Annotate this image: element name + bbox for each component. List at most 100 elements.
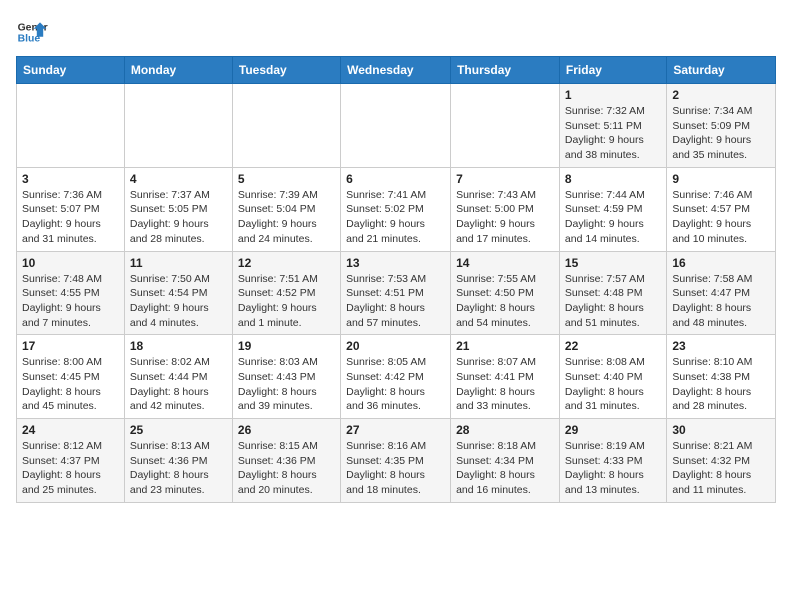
day-cell: 17 Sunrise: 8:00 AM Sunset: 4:45 PM Dayli…: [17, 335, 125, 419]
weekday-header-wednesday: Wednesday: [341, 57, 451, 84]
day-cell: [17, 84, 125, 168]
day-info: Sunrise: 7:43 AM Sunset: 5:00 PM Dayligh…: [456, 188, 554, 247]
day-cell: 6 Sunrise: 7:41 AM Sunset: 5:02 PM Daylig…: [341, 167, 451, 251]
day-cell: 18Sunrise: 8:02 AM Sunset: 4:44 PM Dayli…: [124, 335, 232, 419]
day-number: 2: [672, 88, 770, 102]
day-info: Sunrise: 7:39 AM Sunset: 5:04 PM Dayligh…: [238, 188, 335, 247]
week-row-2: 3 Sunrise: 7:36 AM Sunset: 5:07 PM Daylig…: [17, 167, 776, 251]
day-info: Sunrise: 7:46 AM Sunset: 4:57 PM Dayligh…: [672, 188, 770, 247]
day-cell: 13 Sunrise: 7:53 AM Sunset: 4:51 PM Dayli…: [341, 251, 451, 335]
week-row-1: 1 Sunrise: 7:32 AM Sunset: 5:11 PM Daylig…: [17, 84, 776, 168]
day-cell: 24Sunrise: 8:12 AM Sunset: 4:37 PM Dayli…: [17, 419, 125, 503]
day-info: Sunrise: 7:34 AM Sunset: 5:09 PM Dayligh…: [672, 104, 770, 163]
day-number: 25: [130, 423, 227, 437]
day-cell: 20 Sunrise: 8:05 AM Sunset: 4:42 PM Dayli…: [341, 335, 451, 419]
day-info: Sunrise: 8:13 AM Sunset: 4:36 PM Dayligh…: [130, 439, 227, 498]
day-info: Sunrise: 7:53 AM Sunset: 4:51 PM Dayligh…: [346, 272, 445, 331]
day-info: Sunrise: 8:00 AM Sunset: 4:45 PM Dayligh…: [22, 355, 119, 414]
day-number: 17: [22, 339, 119, 353]
day-cell: 25 Sunrise: 8:13 AM Sunset: 4:36 PM Dayli…: [124, 419, 232, 503]
day-cell: 29 Sunrise: 8:19 AM Sunset: 4:33 PM Dayli…: [559, 419, 666, 503]
weekday-header-sunday: Sunday: [17, 57, 125, 84]
day-number: 27: [346, 423, 445, 437]
week-row-4: 17 Sunrise: 8:00 AM Sunset: 4:45 PM Dayli…: [17, 335, 776, 419]
day-info: Sunrise: 8:08 AM Sunset: 4:40 PM Dayligh…: [565, 355, 661, 414]
day-number: 12: [238, 256, 335, 270]
day-number: 6: [346, 172, 445, 186]
day-number: 1: [565, 88, 661, 102]
day-info: Sunrise: 8:18 AM Sunset: 4:34 PM Dayligh…: [456, 439, 554, 498]
day-cell: 21 Sunrise: 8:07 AM Sunset: 4:41 PM Dayli…: [451, 335, 560, 419]
day-cell: 28 Sunrise: 8:18 AM Sunset: 4:34 PM Dayli…: [451, 419, 560, 503]
day-cell: 22 Sunrise: 8:08 AM Sunset: 4:40 PM Dayli…: [559, 335, 666, 419]
day-info: Sunrise: 7:44 AM Sunset: 4:59 PM Dayligh…: [565, 188, 661, 247]
day-number: 26: [238, 423, 335, 437]
week-row-3: 10 Sunrise: 7:48 AM Sunset: 4:55 PM Dayli…: [17, 251, 776, 335]
day-info: Sunrise: 8:19 AM Sunset: 4:33 PM Dayligh…: [565, 439, 661, 498]
day-number: 7: [456, 172, 554, 186]
weekday-header-monday: Monday: [124, 57, 232, 84]
day-cell: [451, 84, 560, 168]
day-number: 11: [130, 256, 227, 270]
weekday-header-saturday: Saturday: [667, 57, 776, 84]
day-cell: [124, 84, 232, 168]
day-number: 14: [456, 256, 554, 270]
day-info: Sunrise: 7:57 AM Sunset: 4:48 PM Dayligh…: [565, 272, 661, 331]
day-cell: 9Sunrise: 7:46 AM Sunset: 4:57 PM Daylig…: [667, 167, 776, 251]
day-number: 13: [346, 256, 445, 270]
day-info: Sunrise: 8:02 AM Sunset: 4:44 PM Dayligh…: [130, 355, 227, 414]
day-number: 10: [22, 256, 119, 270]
day-number: 8: [565, 172, 661, 186]
day-info: Sunrise: 8:21 AM Sunset: 4:32 PM Dayligh…: [672, 439, 770, 498]
day-cell: 5 Sunrise: 7:39 AM Sunset: 5:04 PM Daylig…: [232, 167, 340, 251]
day-number: 16: [672, 256, 770, 270]
calendar-table: SundayMondayTuesdayWednesdayThursdayFrid…: [16, 56, 776, 503]
logo: General Blue: [16, 16, 48, 48]
day-cell: 19 Sunrise: 8:03 AM Sunset: 4:43 PM Dayli…: [232, 335, 340, 419]
day-info: Sunrise: 8:16 AM Sunset: 4:35 PM Dayligh…: [346, 439, 445, 498]
day-number: 30: [672, 423, 770, 437]
day-number: 4: [130, 172, 227, 186]
day-number: 15: [565, 256, 661, 270]
day-info: Sunrise: 8:05 AM Sunset: 4:42 PM Dayligh…: [346, 355, 445, 414]
day-cell: 10 Sunrise: 7:48 AM Sunset: 4:55 PM Dayli…: [17, 251, 125, 335]
day-info: Sunrise: 7:58 AM Sunset: 4:47 PM Dayligh…: [672, 272, 770, 331]
day-cell: 15 Sunrise: 7:57 AM Sunset: 4:48 PM Dayli…: [559, 251, 666, 335]
weekday-header-row: SundayMondayTuesdayWednesdayThursdayFrid…: [17, 57, 776, 84]
day-info: Sunrise: 8:07 AM Sunset: 4:41 PM Dayligh…: [456, 355, 554, 414]
day-cell: 4 Sunrise: 7:37 AM Sunset: 5:05 PM Daylig…: [124, 167, 232, 251]
day-cell: 12 Sunrise: 7:51 AM Sunset: 4:52 PM Dayli…: [232, 251, 340, 335]
day-cell: 30 Sunrise: 8:21 AM Sunset: 4:32 PM Dayli…: [667, 419, 776, 503]
day-info: Sunrise: 8:15 AM Sunset: 4:36 PM Dayligh…: [238, 439, 335, 498]
day-number: 19: [238, 339, 335, 353]
day-cell: 26 Sunrise: 8:15 AM Sunset: 4:36 PM Dayli…: [232, 419, 340, 503]
day-number: 23: [672, 339, 770, 353]
day-info: Sunrise: 8:03 AM Sunset: 4:43 PM Dayligh…: [238, 355, 335, 414]
day-info: Sunrise: 7:32 AM Sunset: 5:11 PM Dayligh…: [565, 104, 661, 163]
day-cell: 11 Sunrise: 7:50 AM Sunset: 4:54 PM Dayli…: [124, 251, 232, 335]
day-info: Sunrise: 7:48 AM Sunset: 4:55 PM Dayligh…: [22, 272, 119, 331]
day-cell: 7 Sunrise: 7:43 AM Sunset: 5:00 PM Daylig…: [451, 167, 560, 251]
day-cell: 23 Sunrise: 8:10 AM Sunset: 4:38 PM Dayli…: [667, 335, 776, 419]
day-number: 3: [22, 172, 119, 186]
day-cell: 3 Sunrise: 7:36 AM Sunset: 5:07 PM Daylig…: [17, 167, 125, 251]
day-cell: [232, 84, 340, 168]
day-cell: [341, 84, 451, 168]
day-number: 28: [456, 423, 554, 437]
day-cell: 8 Sunrise: 7:44 AM Sunset: 4:59 PM Daylig…: [559, 167, 666, 251]
day-number: 5: [238, 172, 335, 186]
day-info: Sunrise: 7:55 AM Sunset: 4:50 PM Dayligh…: [456, 272, 554, 331]
day-number: 20: [346, 339, 445, 353]
day-cell: 1 Sunrise: 7:32 AM Sunset: 5:11 PM Daylig…: [559, 84, 666, 168]
day-info: Sunrise: 7:51 AM Sunset: 4:52 PM Dayligh…: [238, 272, 335, 331]
day-number: 21: [456, 339, 554, 353]
day-cell: 14 Sunrise: 7:55 AM Sunset: 4:50 PM Dayli…: [451, 251, 560, 335]
day-info: Sunrise: 8:10 AM Sunset: 4:38 PM Dayligh…: [672, 355, 770, 414]
weekday-header-thursday: Thursday: [451, 57, 560, 84]
day-number: 22: [565, 339, 661, 353]
day-info: Sunrise: 7:36 AM Sunset: 5:07 PM Dayligh…: [22, 188, 119, 247]
day-number: 29: [565, 423, 661, 437]
day-info: Sunrise: 7:50 AM Sunset: 4:54 PM Dayligh…: [130, 272, 227, 331]
day-info: Sunrise: 7:37 AM Sunset: 5:05 PM Dayligh…: [130, 188, 227, 247]
day-info: Sunrise: 7:41 AM Sunset: 5:02 PM Dayligh…: [346, 188, 445, 247]
